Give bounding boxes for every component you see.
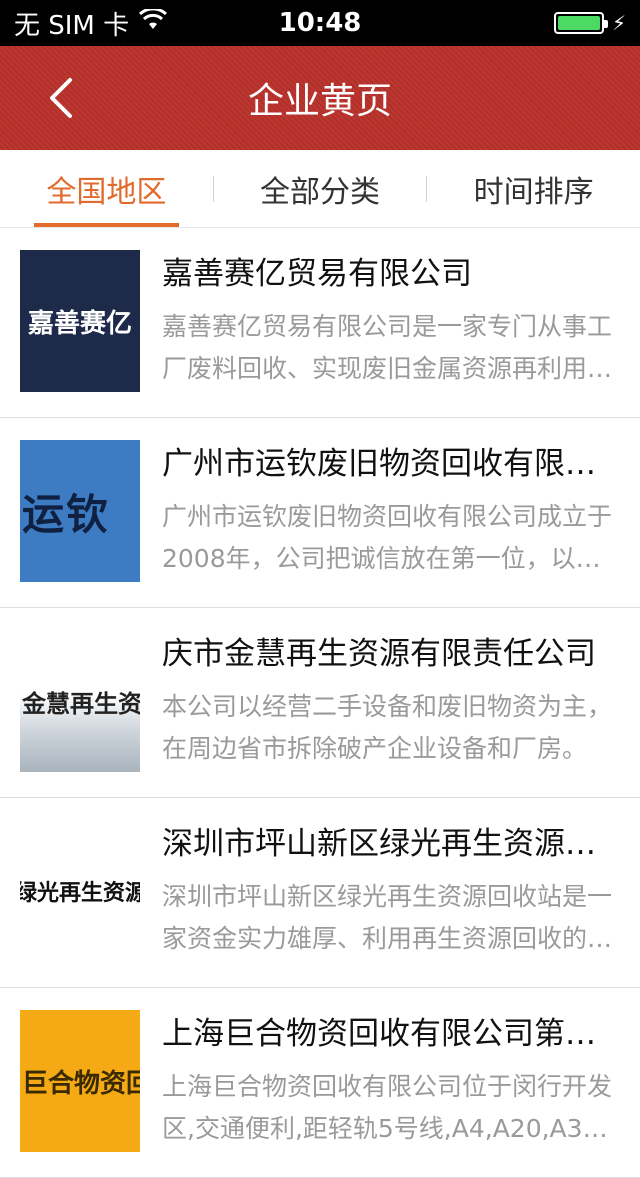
company-description: 上海巨合物资回收有限公司位于闵行开发区,交通便利,距轻轨5号线,A4,A20,A… [162, 1072, 613, 1143]
chevron-left-icon [50, 78, 72, 118]
status-bar: 无 SIM 卡 10:48 ⚡ [0, 0, 640, 46]
nav-bar: 企业黄页 [0, 46, 640, 150]
company-logo-text: 绿光再生资源 [20, 880, 140, 906]
back-button[interactable] [30, 68, 90, 128]
battery-icon [553, 12, 608, 34]
carrier-label: 无 SIM 卡 [14, 10, 130, 41]
company-title: 嘉善赛亿贸易有限公司 [162, 256, 472, 292]
company-description: 深圳市坪山新区绿光再生资源回收站是一家资金实力雄厚、利用再生资源回收的企业。 [162, 882, 613, 953]
tab-category[interactable]: 全部分类 [214, 150, 427, 227]
company-title: 深圳市坪山新区绿光再生资源回收站 [162, 826, 616, 862]
list-item[interactable]: 嘉善赛亿 嘉善赛亿贸易有限公司 嘉善赛亿贸易有限公司是一家专门从事工厂废料回收、… [0, 228, 640, 418]
list-item[interactable]: 运钦 广州市运钦废旧物资回收有限公司 广州市运钦废旧物资回收有限公司成立于200… [0, 418, 640, 608]
company-list: 嘉善赛亿 嘉善赛亿贸易有限公司 嘉善赛亿贸易有限公司是一家专门从事工厂废料回收、… [0, 228, 640, 1178]
page-title: 企业黄页 [247, 81, 392, 122]
company-logo-text: 巨合物资回收 [22, 1068, 140, 1099]
status-left: 无 SIM 卡 [14, 5, 168, 42]
company-description: 广州市运钦废旧物资回收有限公司成立于2008年，公司把诚信放在第一位，以质量求生… [162, 502, 613, 573]
company-title: 广州市运钦废旧物资回收有限公司 [162, 446, 616, 482]
status-right: ⚡ [553, 11, 626, 35]
wifi-icon [139, 7, 168, 38]
company-logo: 绿光再生资源 [20, 820, 140, 962]
company-logo-text: 金慧再生资源 [22, 688, 140, 718]
tab-region[interactable]: 全国地区 [0, 150, 213, 227]
tab-category-label: 全部分类 [260, 174, 380, 210]
company-logo: 巨合物资回收 [20, 1010, 140, 1152]
list-item[interactable]: 巨合物资回收 上海巨合物资回收有限公司第一分公司 上海巨合物资回收有限公司位于闵… [0, 988, 640, 1178]
company-description: 本公司以经营二手设备和废旧物资为主，在周边省市拆除破产企业设备和厂房。 [162, 692, 613, 763]
company-title: 上海巨合物资回收有限公司第一分公司 [162, 1016, 616, 1052]
tab-time-sort[interactable]: 时间排序 [427, 150, 640, 227]
company-description: 嘉善赛亿贸易有限公司是一家专门从事工厂废料回收、实现废旧金属资源再利用的企业。 [162, 312, 613, 383]
list-item[interactable]: 金慧再生资源 庆市金慧再生资源有限责任公司 本公司以经营二手设备和废旧物资为主，… [0, 608, 640, 798]
tab-time-sort-label: 时间排序 [473, 174, 594, 210]
company-logo: 金慧再生资源 [20, 630, 140, 772]
list-item[interactable]: 绿光再生资源 深圳市坪山新区绿光再生资源回收站 深圳市坪山新区绿光再生资源回收站… [0, 798, 640, 988]
battery-level [557, 16, 600, 30]
company-title: 庆市金慧再生资源有限责任公司 [162, 636, 596, 672]
company-logo: 运钦 [20, 440, 140, 582]
charging-icon: ⚡ [611, 11, 626, 35]
tab-region-label: 全国地区 [46, 174, 167, 210]
company-logo: 嘉善赛亿 [20, 250, 140, 392]
company-logo-text: 嘉善赛亿 [27, 308, 132, 339]
filter-tabs: 全国地区 全部分类 时间排序 [0, 150, 640, 228]
company-logo-text: 运钦 [22, 489, 111, 539]
